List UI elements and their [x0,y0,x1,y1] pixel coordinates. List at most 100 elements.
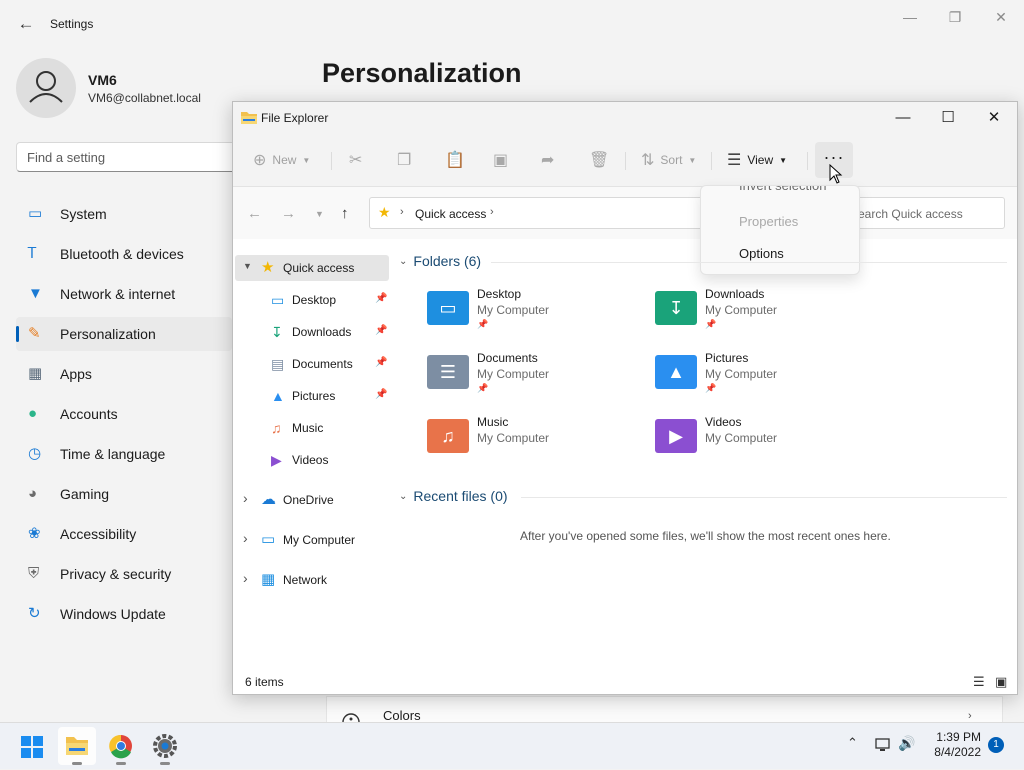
new-button[interactable]: ⊕ New ▼ [253,146,310,174]
settings-title: Settings [50,17,94,31]
sidebar-item-bluetooth-devices[interactable]: Ꭲ Bluetooth & devices [16,237,232,271]
rename-icon: ▣ [493,152,509,169]
videos-folder-icon: ▶ [655,419,697,453]
chevron-up-icon[interactable]: ⌃ [847,735,858,751]
folders-group-header[interactable]: ⌄ Folders (6) [399,253,481,269]
avatar[interactable] [16,58,76,118]
copy-button[interactable]: ❐ [397,146,411,174]
sidebar-item-quick-access[interactable]: ▼ ★ Quick access [235,255,389,281]
sidebar-item-gaming[interactable]: ◕ Gaming [16,477,232,511]
sidebar-item-accessibility[interactable]: ❀ Accessibility [16,517,232,551]
sidebar-item-pictures[interactable]: ▲ Pictures 📌 [235,383,389,409]
pin-icon: 📌 [375,293,388,304]
folder-tile-videos[interactable]: ▶ Videos My Computer [655,415,865,471]
selection-indicator [16,326,19,342]
download-icon: ↧ [271,324,283,340]
windows-logo-icon [21,736,43,758]
folder-tile-documents[interactable]: ☰ Documents My Computer 📌 [427,351,637,407]
sidebar-item-music[interactable]: ♫ Music [235,415,389,441]
sidebar-item-accounts[interactable]: ● Accounts [16,397,232,431]
restore-icon[interactable]: ❐ [943,8,967,26]
folder-location: My Computer [705,367,778,381]
forward-arrow-icon[interactable]: → [281,205,296,222]
document-icon: ▤ [271,356,285,372]
sidebar-item-system[interactable]: ▭ System [16,197,232,231]
address-bar[interactable]: ★ › Quick access › [369,197,709,229]
chevron-right-icon[interactable]: › [243,570,248,586]
invert-selection-menu-item[interactable]: Invert selection [739,186,826,193]
sidebar-item-apps[interactable]: ▦ Apps [16,357,232,391]
delete-button[interactable]: 🗑 [589,146,609,174]
folder-name: Desktop [477,287,522,301]
folder-tile-pictures[interactable]: ▲ Pictures My Computer 📌 [655,351,865,407]
sidebar-item-my-computer[interactable]: › ▭ My Computer [235,527,389,553]
sidebar-item-time-language[interactable]: ◷ Time & language [16,437,232,471]
file-explorer-window: File Explorer — ☐ ✕ ⊕ New ▼ ✂ ❐ 📋 ▣ ➦ 🗑 … [232,101,1018,695]
taskbar-settings[interactable] [146,727,184,765]
close-icon[interactable]: ✕ [989,8,1013,26]
maximize-icon[interactable]: ☐ [933,108,963,128]
properties-menu-item[interactable]: Properties [739,214,798,229]
rename-button[interactable]: ▣ [493,146,508,174]
chevron-right-icon[interactable]: › [243,490,248,506]
recent-empty-message: After you've opened some files, we'll sh… [520,529,891,543]
folder-tile-downloads[interactable]: ↧ Downloads My Computer 📌 [655,287,865,343]
share-button[interactable]: ➦ [541,146,554,174]
sidebar-item-label: Gaming [60,486,110,502]
sort-button[interactable]: ⇅ Sort ▼ [641,146,696,174]
sidebar-item-documents[interactable]: ▤ Documents 📌 [235,351,389,377]
divider [625,152,626,170]
volume-icon[interactable]: 🔊 [898,735,915,752]
folder-tile-music[interactable]: ♫ Music My Computer [427,415,637,471]
chevron-right-icon[interactable]: › [243,530,248,546]
sidebar-item-personalization[interactable]: ✎ Personalization [16,317,232,351]
clock-globe-icon: ◷ [28,445,42,462]
minimize-icon[interactable]: — [888,108,918,128]
sidebar-item-network-internet[interactable]: ▼ Network & internet [16,277,232,311]
page-title: Personalization [322,58,522,88]
system-clock[interactable]: 1:39 PM 8/4/2022 [925,730,981,760]
sidebar-item-videos[interactable]: ▶ Videos [235,447,389,473]
folder-tile-desktop[interactable]: ▭ Desktop My Computer 📌 [427,287,637,343]
folder-icon [66,737,88,755]
sidebar-item-onedrive[interactable]: › ☁ OneDrive [235,487,389,513]
recent-locations-chevron-icon[interactable]: ▼ [315,209,324,219]
network-icon[interactable] [874,737,892,753]
close-icon[interactable]: ✕ [979,108,1009,128]
view-button[interactable]: ☰ View ▼ [727,146,787,174]
recent-files-group-header[interactable]: ⌄ Recent files (0) [399,488,508,504]
folder-location: My Computer [705,431,778,445]
sidebar-item-windows-update[interactable]: ↻ Windows Update [16,597,232,631]
paste-button[interactable]: 📋 [445,146,465,174]
notification-badge[interactable]: 1 [988,737,1004,753]
chevron-right-icon: › [968,710,972,722]
find-setting-input[interactable]: Find a setting [16,142,246,172]
desktop-icon: ▭ [271,292,285,308]
sidebar-item-desktop[interactable]: ▭ Desktop 📌 [235,287,389,313]
details-view-icon[interactable]: ☰ [973,674,985,690]
pin-icon: 📌 [477,383,489,393]
cut-button[interactable]: ✂ [349,146,362,174]
sidebar-item-label: Apps [60,366,92,382]
sidebar-item-label: Desktop [292,293,337,307]
folder-name: Documents [477,351,538,365]
colors-setting-row[interactable] [326,696,1003,723]
up-arrow-icon[interactable]: ↑ [341,205,349,222]
back-arrow-icon[interactable]: ← [247,205,262,222]
tiles-view-icon[interactable]: ▣ [995,674,1007,690]
start-button[interactable] [13,727,51,765]
folder-name: Pictures [705,351,749,365]
taskbar-file-explorer[interactable] [58,727,96,765]
sidebar-item-label: Time & language [60,446,166,462]
minimize-icon[interactable]: — [898,8,922,26]
wifi-icon: ▼ [28,285,43,302]
taskbar-chrome[interactable] [102,727,140,765]
sidebar-item-network[interactable]: › ▦ Network [235,567,389,593]
back-arrow-icon[interactable]: ← [16,14,36,34]
monitor-icon: ▭ [28,205,43,222]
sidebar-item-downloads[interactable]: ↧ Downloads 📌 [235,319,389,345]
explorer-titlebar[interactable]: File Explorer — ☐ ✕ [233,102,1017,134]
share-icon: ➦ [541,152,555,169]
sidebar-item-privacy-security[interactable]: ⛨ Privacy & security [16,557,232,591]
content-pane: ⌄ Folders (6) ▭ Desktop My Computer 📌 ↧ Downl… [395,239,1015,671]
